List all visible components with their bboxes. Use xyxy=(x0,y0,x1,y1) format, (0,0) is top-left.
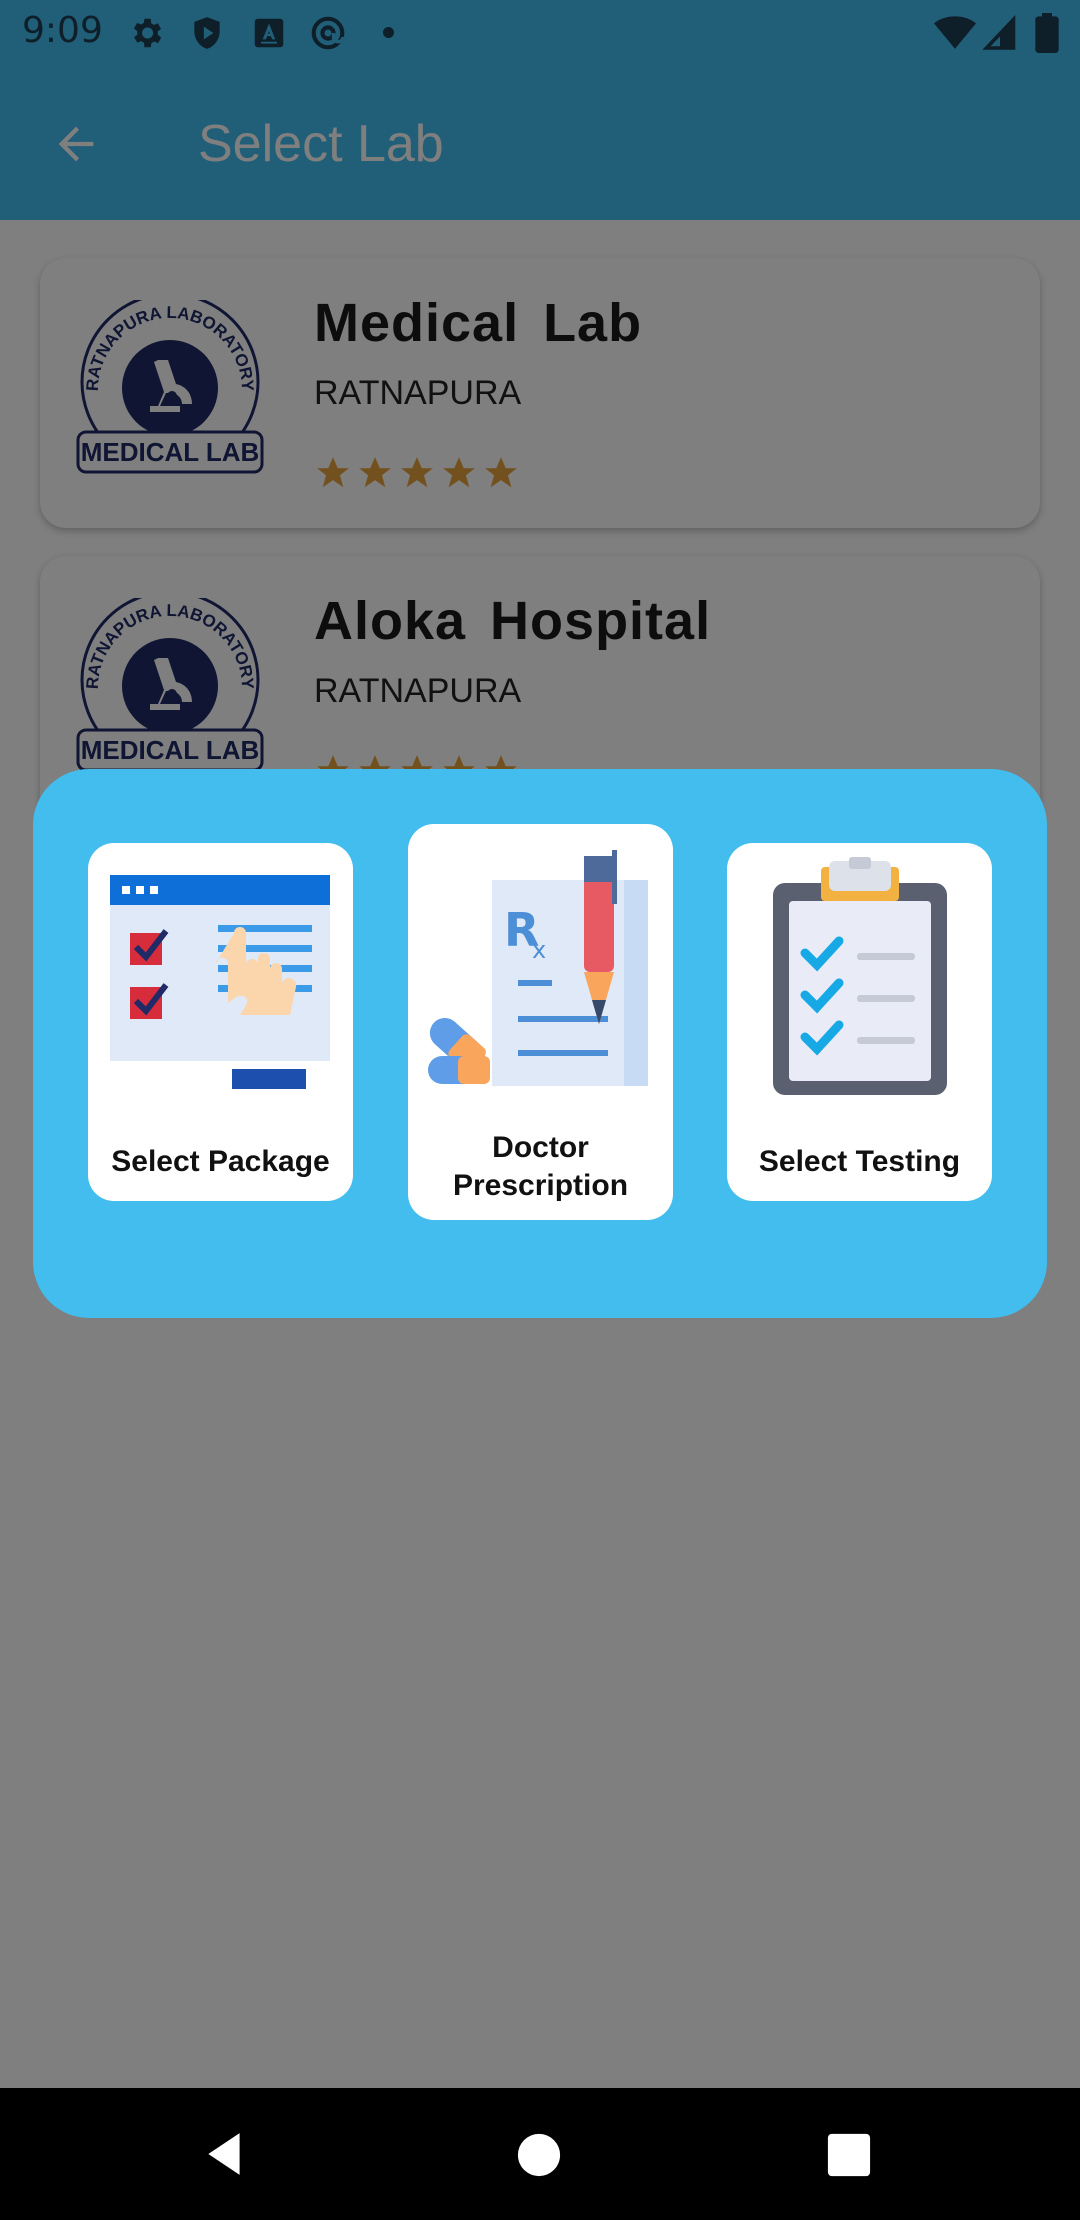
nav-recents-icon[interactable] xyxy=(826,2132,872,2178)
nav-home-icon[interactable] xyxy=(516,2132,562,2178)
clipboard-check-icon xyxy=(773,857,947,1095)
prescription-icon: R x xyxy=(428,850,648,1086)
select-package-button[interactable]: Select Package xyxy=(88,843,353,1201)
option-label-line2: Prescription xyxy=(452,1169,629,1202)
svg-text:x: x xyxy=(532,936,546,964)
select-testing-button[interactable]: Select Testing xyxy=(727,843,992,1201)
option-label: Select Testing xyxy=(758,1145,961,1178)
checklist-touch-icon xyxy=(110,875,330,1089)
option-dialog: Select Package R x Doctor Prescription S… xyxy=(33,769,1047,1318)
nav-back-icon[interactable] xyxy=(200,2128,250,2180)
option-label-line1: Doctor xyxy=(492,1131,589,1164)
option-label: Select Package xyxy=(111,1145,330,1178)
system-nav-bar xyxy=(0,2088,1080,2220)
doctor-prescription-button[interactable]: R x Doctor Prescription xyxy=(408,824,673,1220)
